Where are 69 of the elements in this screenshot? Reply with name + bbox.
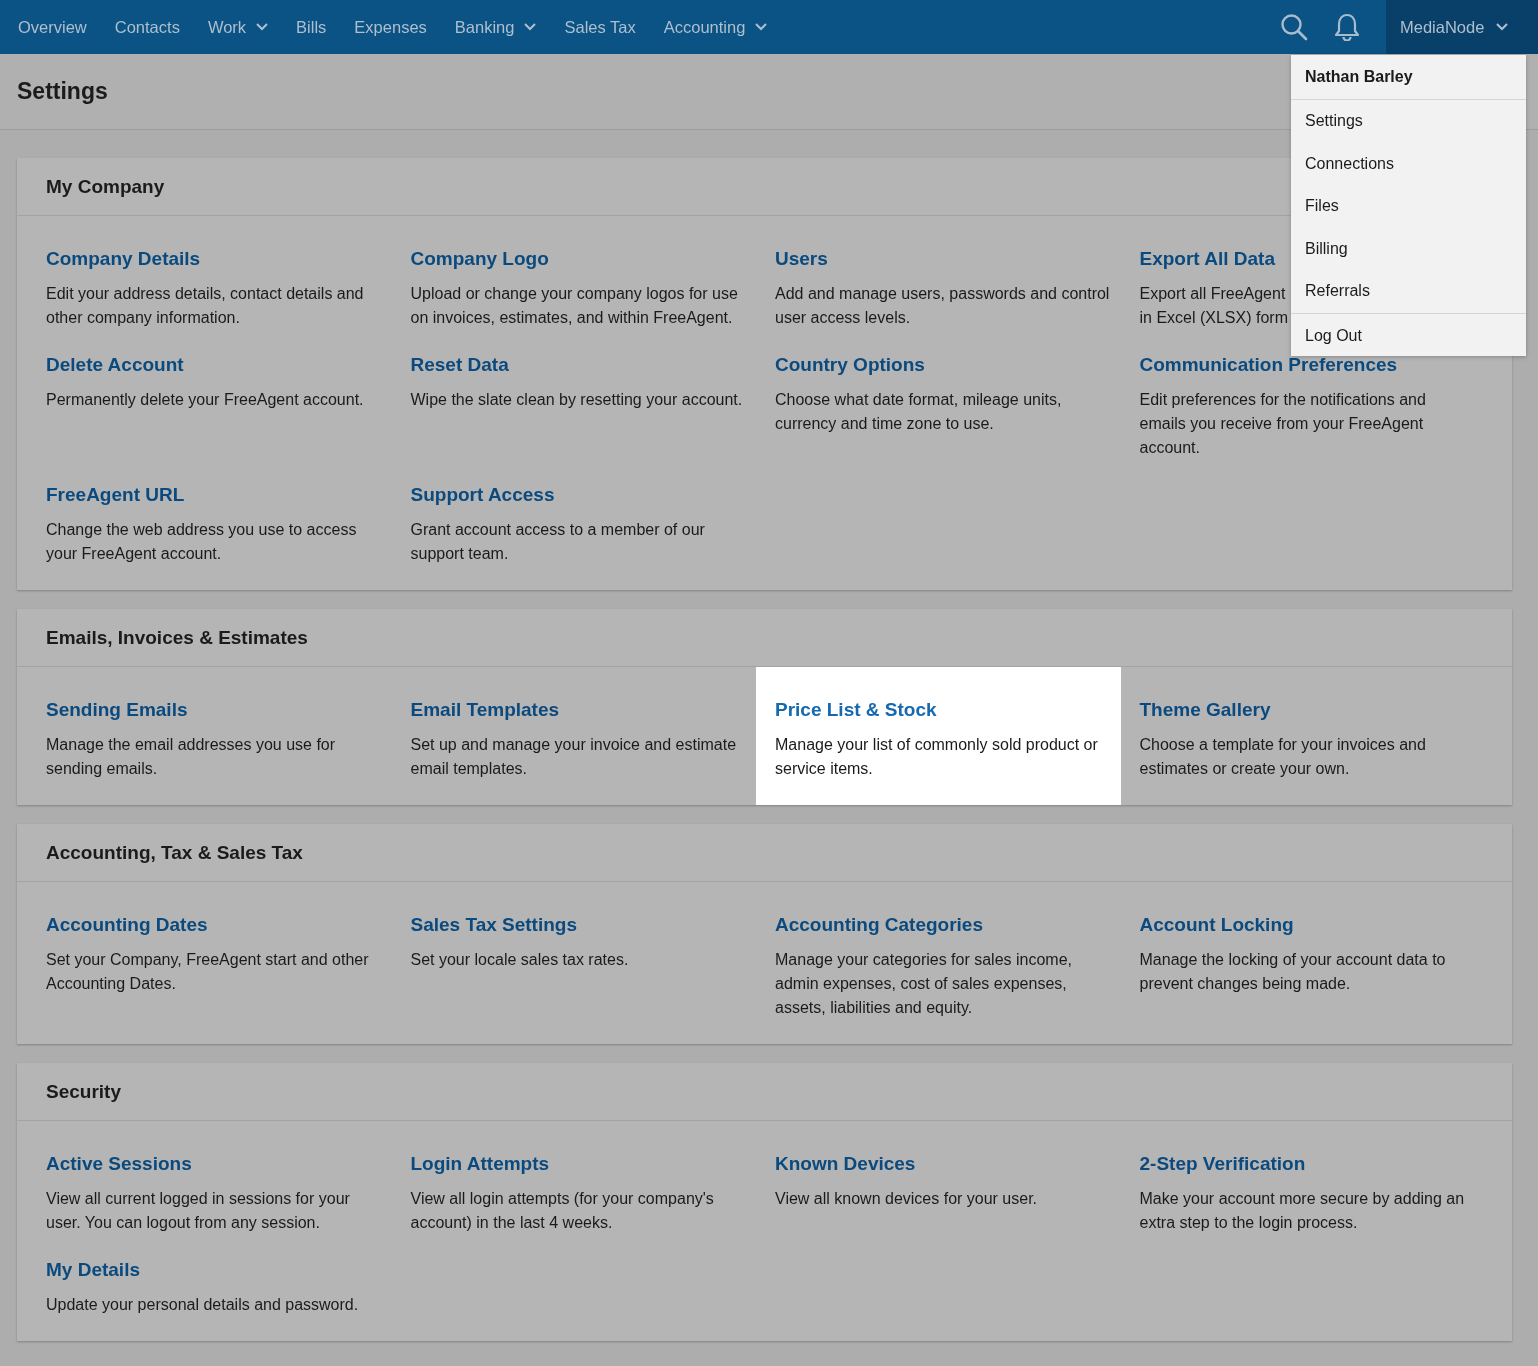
chevron-down-icon	[256, 23, 269, 31]
setting-link[interactable]: Export All Data	[1139, 248, 1275, 270]
menu-item[interactable]: Files	[1291, 185, 1526, 228]
setting-link[interactable]: Company Logo	[410, 248, 549, 270]
chevron-down-icon	[524, 23, 537, 31]
setting-link[interactable]: 2-Step Verification	[1139, 1153, 1306, 1175]
menu-item[interactable]: Billing	[1291, 227, 1526, 270]
menu-item[interactable]: Referrals	[1291, 270, 1526, 313]
setting-link[interactable]: Active Sessions	[46, 1153, 192, 1175]
setting-link[interactable]: Accounting Categories	[775, 914, 983, 936]
menu-item[interactable]: Settings	[1291, 100, 1526, 143]
nav-link[interactable]: Banking	[440, 17, 551, 37]
section-title: Accounting, Tax & Sales Tax	[17, 824, 1512, 882]
setting-description: View all known devices for your user.	[775, 1189, 1038, 1209]
setting-link[interactable]: Sending Emails	[46, 699, 188, 721]
nav-link[interactable]: Expenses	[340, 17, 441, 37]
setting-link[interactable]: Country Options	[775, 354, 925, 376]
setting-link[interactable]: Known Devices	[775, 1153, 916, 1175]
setting-link[interactable]: Support Access	[410, 484, 555, 506]
nav-link[interactable]: Bills	[282, 17, 341, 37]
setting-description: Set your Company, FreeAgent start and other Accounting Dates.	[46, 950, 370, 994]
setting-description: Add and manage users, passwords and control user access levels.	[775, 284, 1111, 328]
setting-link[interactable]: Reset Data	[410, 354, 509, 376]
setting-description: Wipe the slate clean by resetting your account.	[410, 390, 743, 410]
setting-link[interactable]: Company Details	[46, 248, 201, 270]
nav-link[interactable]: Sales Tax	[550, 17, 650, 37]
bell-icon[interactable]	[1334, 13, 1360, 41]
setting-description: Manage your categories for sales income, admin expenses, cost of sales expenses, assets, liabilities and equity.	[775, 950, 1074, 1018]
setting-description: Grant account access to a member of our support team.	[410, 520, 706, 564]
setting-link[interactable]: Price List & Stock	[775, 699, 937, 721]
setting-link[interactable]: My Details	[46, 1259, 140, 1281]
setting-description: Edit preferences for the notifications and emails you receive from your FreeAgent account.	[1139, 390, 1427, 458]
setting-description: View all current logged in sessions for your user. You can logout from any session.	[46, 1189, 351, 1233]
setting-link[interactable]: Account Locking	[1139, 914, 1294, 936]
setting-link[interactable]: FreeAgent URL	[46, 484, 185, 506]
setting-description: Manage the email addresses you use for sending emails.	[46, 735, 337, 779]
setting-description: Set up and manage your invoice and estimate email templates.	[410, 735, 738, 779]
setting-description: Update your personal details and password.	[46, 1295, 359, 1315]
setting-description: Permanently delete your FreeAgent account.	[46, 390, 364, 410]
setting-description: Change the web address you use to access your FreeAgent account.	[46, 520, 358, 564]
nav-link[interactable]: Work	[193, 17, 283, 37]
chevron-down-icon	[755, 23, 768, 31]
setting-link[interactable]: Theme Gallery	[1139, 699, 1271, 721]
setting-description: Manage your list of commonly sold product or service items.	[775, 735, 1099, 779]
page-title: Settings	[17, 78, 108, 105]
setting-description: Upload or change your company logos for use on invoices, estimates, and within FreeAgent.	[410, 284, 739, 328]
setting-link[interactable]: Communication Preferences	[1139, 354, 1398, 376]
search-icon[interactable]	[1280, 13, 1308, 41]
account-menu-button[interactable]: MediaNode	[1386, 0, 1538, 54]
setting-description: Set your locale sales tax rates.	[410, 950, 629, 970]
setting-description: Choose what date format, mileage units, currency and time zone to use.	[775, 390, 1063, 434]
chevron-down-icon	[1496, 23, 1509, 31]
setting-link[interactable]: Sales Tax Settings	[410, 914, 577, 936]
section-title: Security	[17, 1063, 1512, 1121]
nav-link[interactable]: Overview	[4, 17, 101, 37]
setting-link[interactable]: Login Attempts	[410, 1153, 550, 1175]
setting-description: View all login attempts (for your company's account) in the last 4 weeks.	[410, 1189, 715, 1233]
setting-link[interactable]: Users	[775, 248, 828, 270]
nav-link[interactable]: Accounting	[649, 17, 782, 37]
setting-link[interactable]: Delete Account	[46, 354, 184, 376]
setting-description: Make your account more secure by adding an extra step to the login process.	[1139, 1189, 1466, 1233]
setting-link[interactable]: Accounting Dates	[46, 914, 208, 936]
setting-description: Export all FreeAgent in Excel (XLSX) form	[1139, 284, 1288, 328]
setting-description: Edit your address details, contact details and other company information.	[46, 284, 365, 328]
menu-item[interactable]: Connections	[1291, 142, 1526, 185]
setting-description: Choose a template for your invoices and estimates or create your own.	[1139, 735, 1427, 779]
setting-link[interactable]: Email Templates	[410, 699, 560, 721]
setting-description: Manage the locking of your account data to prevent changes being made.	[1139, 950, 1447, 994]
nav-link[interactable]: Contacts	[100, 17, 194, 37]
